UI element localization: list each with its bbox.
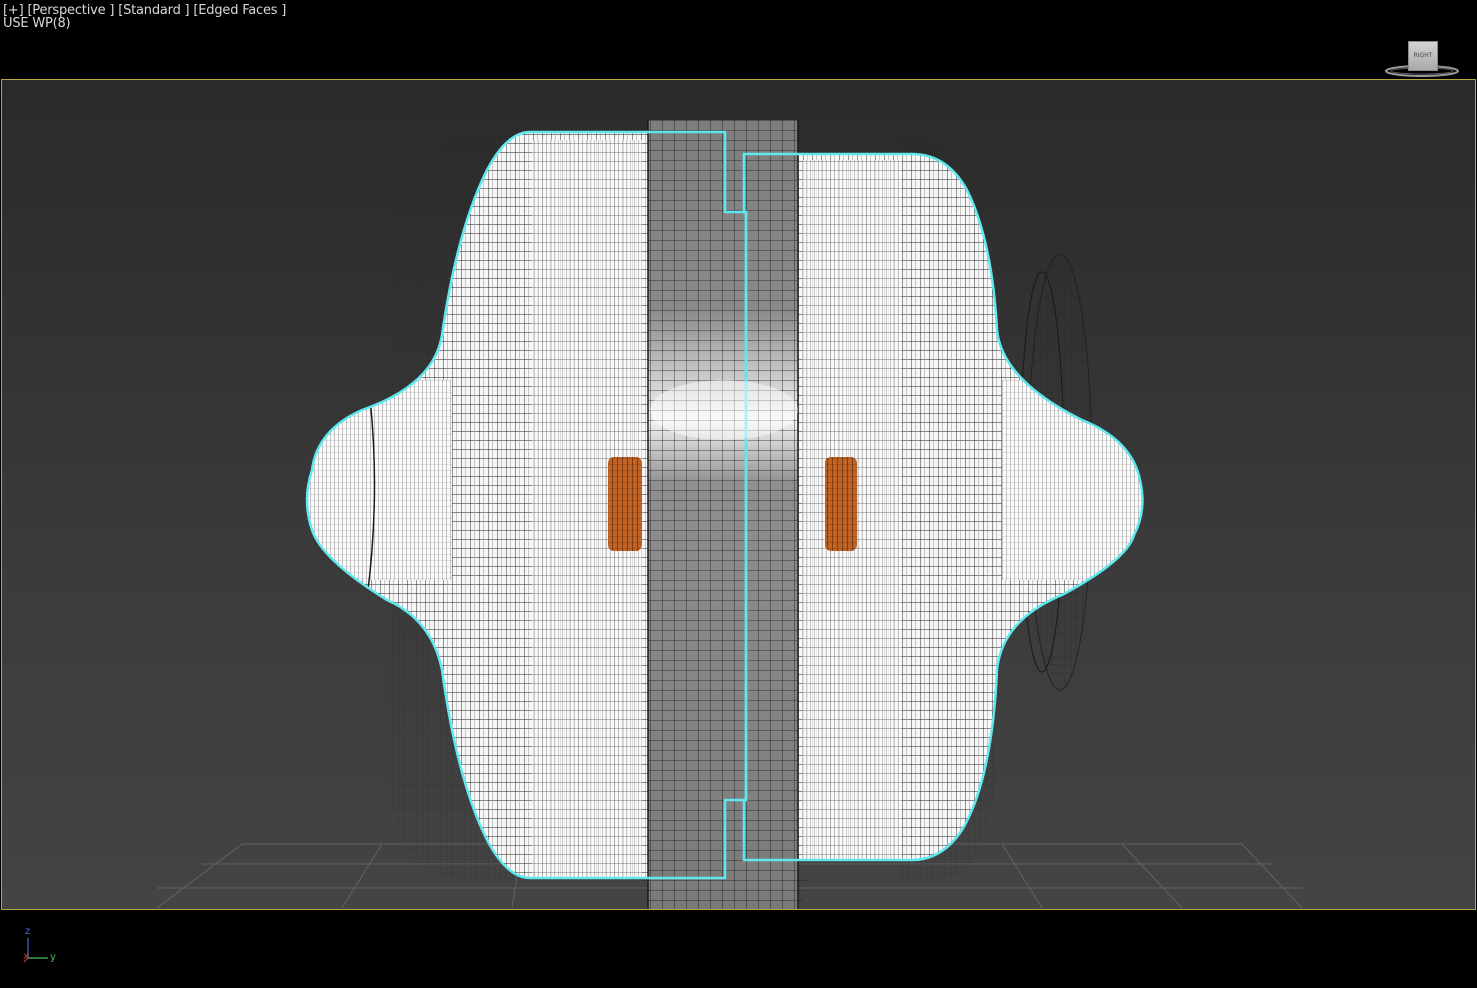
axis-y-label: y: [50, 952, 56, 963]
band-glint: [650, 380, 798, 440]
axis-x-label: x: [23, 951, 29, 962]
viewcube[interactable]: RIGHT: [1384, 38, 1464, 80]
viewport-scene[interactable]: [2, 80, 1475, 909]
workplane-status: USE WP(8): [3, 16, 71, 31]
viewport-label-menu: [+] [Perspective ] [Standard ] [Edged Fa…: [3, 4, 286, 30]
viewport-display-menu[interactable]: [Edged Faces ]: [193, 4, 286, 17]
viewport-shading-menu[interactable]: [Standard ]: [118, 4, 189, 17]
axis-z-label: z: [25, 926, 31, 937]
center-band: [647, 120, 799, 909]
perspective-viewport[interactable]: [1, 79, 1476, 910]
right-shell-mesh: [742, 154, 1143, 860]
copper-winding-right: [825, 457, 857, 551]
copper-winding-left: [608, 457, 642, 551]
viewcube-face[interactable]: RIGHT: [1408, 41, 1438, 71]
axis-tripod: z x y: [18, 926, 68, 970]
